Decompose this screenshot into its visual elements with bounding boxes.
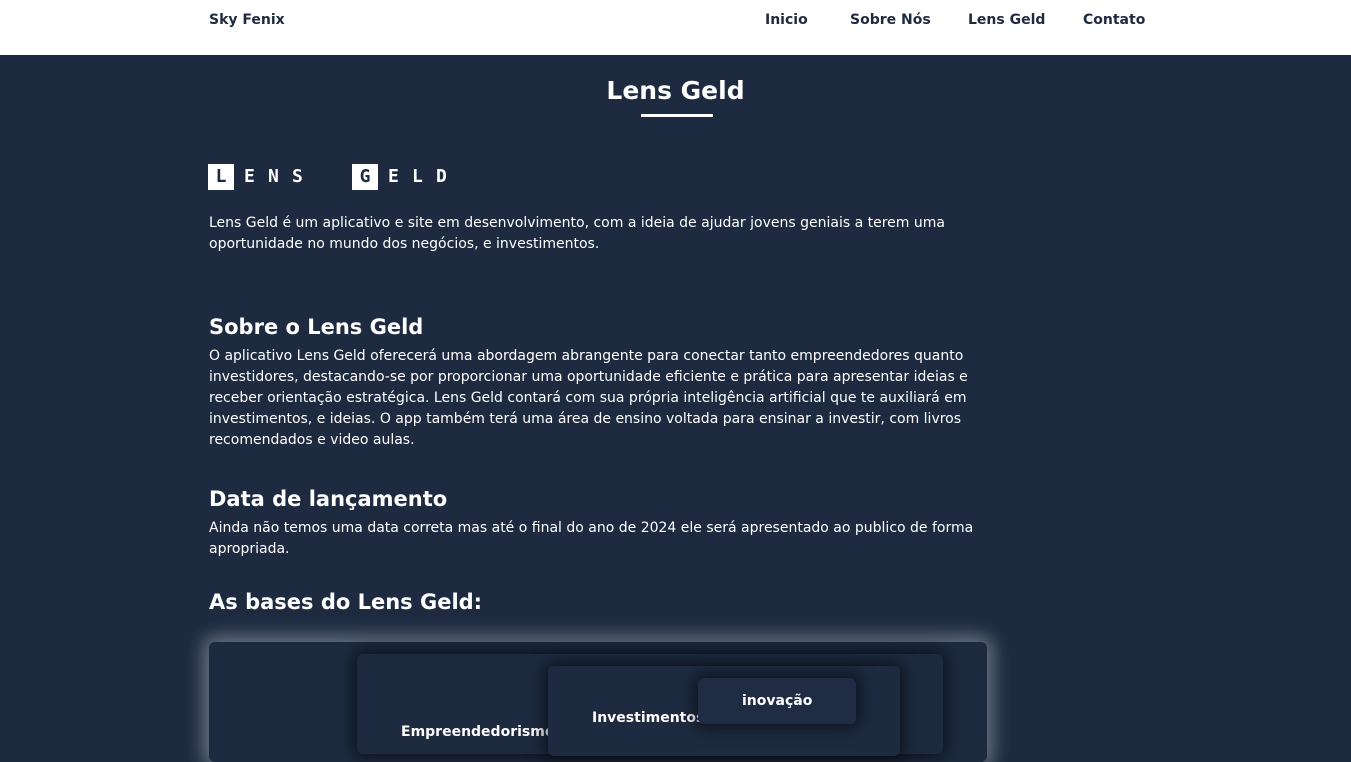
section-heading-sobre: Sobre o Lens Geld	[209, 315, 424, 339]
card-label: inovação	[742, 693, 813, 709]
card-label: Empreendedorismo	[401, 724, 555, 740]
section-heading-bases: As bases do Lens Geld:	[209, 590, 483, 614]
card-inovacao[interactable]: inovação	[698, 678, 856, 724]
logo-letter-l-boxed: L	[208, 164, 234, 190]
logo-letter: E	[244, 166, 255, 187]
brand-name[interactable]: Sky Fenix	[209, 12, 285, 28]
nav-link-sobre-nos[interactable]: Sobre Nós	[850, 12, 931, 28]
logo-letter: E	[388, 166, 399, 187]
bases-panel: Empreendedorismo Investimentos inovação	[209, 642, 987, 762]
section-body-lancamento: Ainda não temos uma data correta mas até…	[209, 520, 974, 557]
logo-letter: D	[436, 166, 447, 187]
logo-letter-g-boxed: G	[352, 164, 378, 190]
section-heading-lancamento: Data de lançamento	[209, 487, 448, 511]
logo-letter: N	[268, 166, 279, 187]
nav-link-lens-geld[interactable]: Lens Geld	[968, 12, 1045, 28]
section-body-sobre: O aplicativo Lens Geld oferecerá uma abo…	[209, 348, 968, 448]
title-underline	[641, 114, 713, 117]
top-navbar: Sky Fenix Inicio Sobre Nós Lens Geld Con…	[0, 0, 1351, 55]
logo-letter: L	[412, 166, 423, 187]
page-title: Lens Geld	[606, 76, 745, 105]
card-label: Investimentos	[592, 710, 705, 726]
nav-link-inicio[interactable]: Inicio	[765, 12, 808, 28]
nav-link-contato[interactable]: Contato	[1083, 12, 1145, 28]
intro-text: Lens Geld é um aplicativo e site em dese…	[209, 215, 945, 252]
logo-letter: S	[292, 166, 303, 187]
